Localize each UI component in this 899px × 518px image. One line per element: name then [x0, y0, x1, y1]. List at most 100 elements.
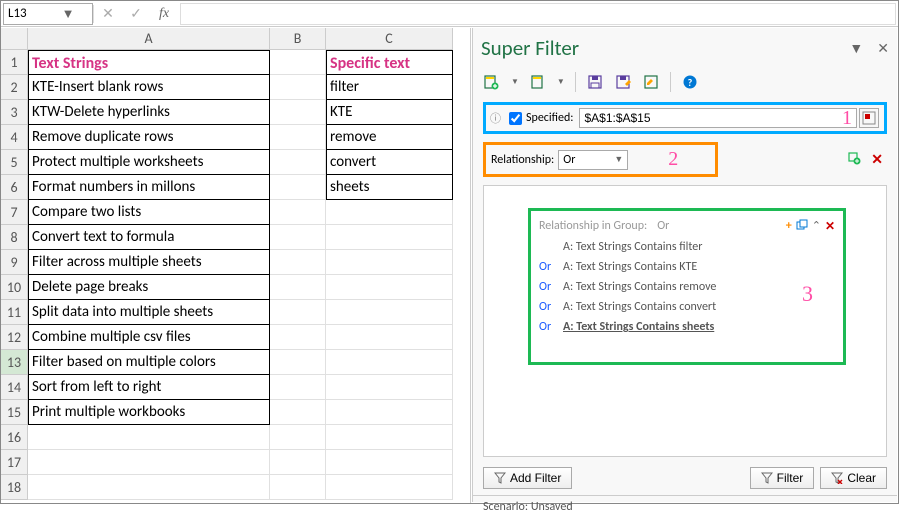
- fx-icon[interactable]: fx: [150, 6, 178, 22]
- filter-button[interactable]: Filter: [750, 467, 815, 489]
- rename-icon[interactable]: [642, 73, 660, 91]
- range-picker-icon[interactable]: [859, 108, 879, 128]
- cell[interactable]: [270, 300, 326, 325]
- cell[interactable]: [326, 375, 453, 400]
- cell[interactable]: convert: [326, 150, 453, 175]
- cell[interactable]: Filter across multiple sheets: [28, 250, 270, 275]
- cell[interactable]: [270, 275, 326, 300]
- row-header[interactable]: 11: [1, 300, 28, 325]
- cell[interactable]: [326, 350, 453, 375]
- cell[interactable]: [270, 225, 326, 250]
- condition-row[interactable]: A: Text Strings Contains filter: [539, 240, 835, 254]
- cell[interactable]: [28, 475, 270, 500]
- cell[interactable]: [270, 375, 326, 400]
- cell[interactable]: [270, 350, 326, 375]
- add-group-icon[interactable]: [847, 151, 861, 168]
- cell[interactable]: Text Strings: [28, 50, 270, 75]
- cell[interactable]: [270, 325, 326, 350]
- add-condition-icon[interactable]: +: [786, 219, 792, 234]
- cell[interactable]: [270, 250, 326, 275]
- row-header[interactable]: 7: [1, 200, 28, 225]
- cell[interactable]: [270, 450, 326, 475]
- row-header[interactable]: 15: [1, 400, 28, 425]
- row-header[interactable]: 3: [1, 100, 28, 125]
- cell[interactable]: [326, 475, 453, 500]
- cell[interactable]: [270, 400, 326, 425]
- cell[interactable]: [270, 50, 326, 75]
- cell[interactable]: Sort from left to right: [28, 375, 270, 400]
- row-header[interactable]: 9: [1, 250, 28, 275]
- row-header[interactable]: 4: [1, 125, 28, 150]
- cell[interactable]: filter: [326, 75, 453, 100]
- row-header[interactable]: 6: [1, 175, 28, 200]
- select-all-cell[interactable]: [1, 28, 28, 50]
- cell[interactable]: [326, 325, 453, 350]
- cell[interactable]: KTE: [326, 100, 453, 125]
- help-icon[interactable]: ?: [681, 73, 699, 91]
- row-header[interactable]: 12: [1, 325, 28, 350]
- open-scenario-icon[interactable]: [529, 73, 547, 91]
- cell[interactable]: KTW-Delete hyperlinks: [28, 100, 270, 125]
- clear-button[interactable]: Clear: [820, 467, 887, 489]
- row-header[interactable]: 14: [1, 375, 28, 400]
- cell[interactable]: Filter based on multiple colors: [28, 350, 270, 375]
- col-header-a[interactable]: A: [28, 28, 270, 50]
- menu-icon[interactable]: ▼: [849, 40, 863, 57]
- cell[interactable]: Print multiple workbooks: [28, 400, 270, 425]
- cell[interactable]: sheets: [326, 175, 453, 200]
- cell[interactable]: Delete page breaks: [28, 275, 270, 300]
- cell[interactable]: [270, 75, 326, 100]
- cell[interactable]: Format numbers in millons: [28, 175, 270, 200]
- condition-row[interactable]: OrA: Text Strings Contains KTE: [539, 260, 835, 274]
- row-header[interactable]: 13: [1, 350, 28, 375]
- condition-row[interactable]: OrA: Text Strings Contains convert: [539, 300, 835, 314]
- cell[interactable]: KTE-Insert blank rows: [28, 75, 270, 100]
- cell[interactable]: [326, 300, 453, 325]
- row-header[interactable]: 2: [1, 75, 28, 100]
- row-header[interactable]: 8: [1, 225, 28, 250]
- cell[interactable]: Split data into multiple sheets: [28, 300, 270, 325]
- cell[interactable]: [270, 475, 326, 500]
- save-icon[interactable]: [586, 73, 604, 91]
- cell[interactable]: Compare two lists: [28, 200, 270, 225]
- remove-group-icon[interactable]: ✕: [825, 219, 835, 234]
- close-icon[interactable]: ✕: [877, 40, 889, 57]
- cell[interactable]: Convert text to formula: [28, 225, 270, 250]
- cell[interactable]: Specific text: [326, 50, 453, 75]
- cell[interactable]: [326, 250, 453, 275]
- row-header[interactable]: 18: [1, 475, 28, 500]
- delete-icon[interactable]: ✕: [871, 151, 883, 168]
- row-header[interactable]: 10: [1, 275, 28, 300]
- col-header-b[interactable]: B: [270, 28, 326, 50]
- cell[interactable]: [326, 200, 453, 225]
- add-filter-button[interactable]: Add Filter: [483, 467, 572, 489]
- cell[interactable]: [270, 425, 326, 450]
- dropdown-icon[interactable]: ▼: [557, 77, 565, 87]
- cell[interactable]: [28, 450, 270, 475]
- cell[interactable]: [270, 200, 326, 225]
- cell[interactable]: [326, 425, 453, 450]
- duplicate-icon[interactable]: [796, 219, 808, 234]
- relationship-select[interactable]: Or▼: [558, 150, 628, 170]
- row-header[interactable]: 5: [1, 150, 28, 175]
- cell[interactable]: [270, 100, 326, 125]
- condition-row[interactable]: OrA: Text Strings Contains remove: [539, 280, 835, 294]
- specified-checkbox[interactable]: [509, 112, 522, 125]
- cell[interactable]: [326, 400, 453, 425]
- formula-input[interactable]: [180, 3, 896, 25]
- cell[interactable]: [28, 425, 270, 450]
- dropdown-icon[interactable]: ▼: [48, 6, 88, 22]
- cell[interactable]: [270, 150, 326, 175]
- cell[interactable]: [326, 450, 453, 475]
- cell[interactable]: Combine multiple csv files: [28, 325, 270, 350]
- specified-range-input[interactable]: [579, 108, 857, 128]
- cell[interactable]: remove: [326, 125, 453, 150]
- new-scenario-icon[interactable]: [483, 73, 501, 91]
- dropdown-icon[interactable]: ▼: [511, 77, 519, 87]
- row-header[interactable]: 1: [1, 50, 28, 75]
- cell[interactable]: [326, 275, 453, 300]
- name-box[interactable]: L13▼: [3, 3, 93, 25]
- row-header[interactable]: 16: [1, 425, 28, 450]
- cell[interactable]: Remove duplicate rows: [28, 125, 270, 150]
- collapse-icon[interactable]: ⌃: [812, 219, 821, 234]
